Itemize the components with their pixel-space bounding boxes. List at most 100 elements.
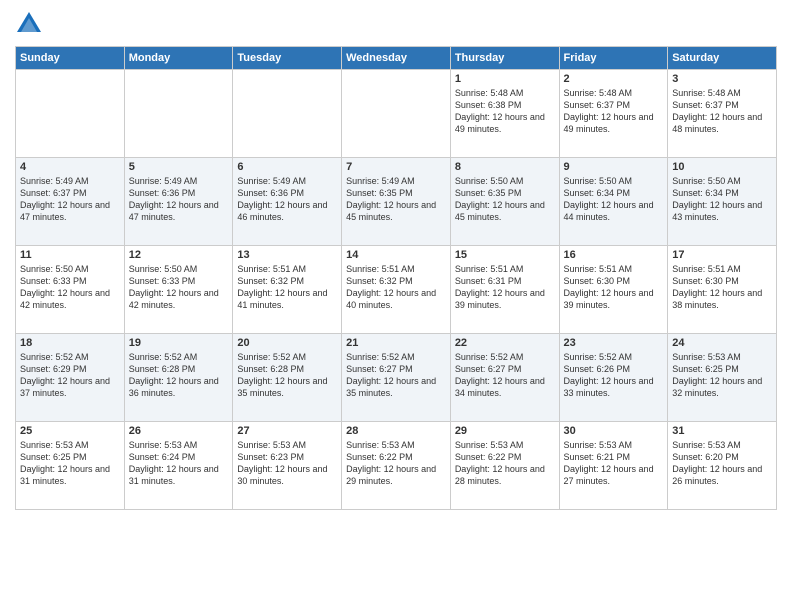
day-cell: 10 Sunrise: 5:50 AM Sunset: 6:34 PM Dayli… — [668, 158, 777, 246]
day-number: 17 — [672, 249, 772, 261]
week-row-4: 18Sunrise: 5:52 AM Sunset: 6:29 PM Dayli… — [16, 334, 777, 422]
day-number: 14 — [346, 249, 446, 261]
day-cell: 21 Sunrise: 5:52 AM Sunset: 6:27 PM Dayli… — [342, 334, 451, 422]
day-number: 8 — [455, 161, 555, 173]
day-cell: 24 Sunrise: 5:53 AM Sunset: 6:25 PM Dayli… — [668, 334, 777, 422]
day-detail: Sunrise: 5:50 AM Sunset: 6:34 PM Dayligh… — [564, 175, 664, 224]
day-detail: Sunrise: 5:50 AM Sunset: 6:35 PM Dayligh… — [455, 175, 555, 224]
day-number: 20 — [237, 337, 337, 349]
day-detail: Sunrise: 5:49 AM Sunset: 6:36 PM Dayligh… — [237, 175, 337, 224]
header — [15, 10, 777, 38]
day-number: 24 — [672, 337, 772, 349]
calendar-table: SundayMondayTuesdayWednesdayThursdayFrid… — [15, 46, 777, 510]
col-header-thursday: Thursday — [450, 47, 559, 70]
day-detail: Sunrise: 5:53 AM Sunset: 6:22 PM Dayligh… — [455, 439, 555, 488]
day-detail: Sunrise: 5:50 AM Sunset: 6:33 PM Dayligh… — [129, 263, 229, 312]
day-cell: 11Sunrise: 5:50 AM Sunset: 6:33 PM Dayli… — [16, 246, 125, 334]
week-row-3: 11Sunrise: 5:50 AM Sunset: 6:33 PM Dayli… — [16, 246, 777, 334]
day-detail: Sunrise: 5:51 AM Sunset: 6:31 PM Dayligh… — [455, 263, 555, 312]
day-detail: Sunrise: 5:52 AM Sunset: 6:27 PM Dayligh… — [455, 351, 555, 400]
day-number: 27 — [237, 425, 337, 437]
day-detail: Sunrise: 5:53 AM Sunset: 6:25 PM Dayligh… — [20, 439, 120, 488]
day-number: 21 — [346, 337, 446, 349]
day-number: 3 — [672, 73, 772, 85]
day-cell: 6 Sunrise: 5:49 AM Sunset: 6:36 PM Daylig… — [233, 158, 342, 246]
day-detail: Sunrise: 5:53 AM Sunset: 6:23 PM Dayligh… — [237, 439, 337, 488]
day-cell: 28 Sunrise: 5:53 AM Sunset: 6:22 PM Dayli… — [342, 422, 451, 510]
day-cell — [342, 70, 451, 158]
logo-icon — [15, 10, 43, 38]
day-number: 6 — [237, 161, 337, 173]
day-number: 15 — [455, 249, 555, 261]
day-detail: Sunrise: 5:53 AM Sunset: 6:21 PM Dayligh… — [564, 439, 664, 488]
col-header-monday: Monday — [124, 47, 233, 70]
day-cell: 3 Sunrise: 5:48 AM Sunset: 6:37 PM Daylig… — [668, 70, 777, 158]
day-detail: Sunrise: 5:52 AM Sunset: 6:26 PM Dayligh… — [564, 351, 664, 400]
day-detail: Sunrise: 5:53 AM Sunset: 6:20 PM Dayligh… — [672, 439, 772, 488]
day-detail: Sunrise: 5:53 AM Sunset: 6:22 PM Dayligh… — [346, 439, 446, 488]
day-cell — [124, 70, 233, 158]
header-row: SundayMondayTuesdayWednesdayThursdayFrid… — [16, 47, 777, 70]
day-detail: Sunrise: 5:51 AM Sunset: 6:32 PM Dayligh… — [346, 263, 446, 312]
day-number: 4 — [20, 161, 120, 173]
day-detail: Sunrise: 5:52 AM Sunset: 6:27 PM Dayligh… — [346, 351, 446, 400]
day-cell: 12 Sunrise: 5:50 AM Sunset: 6:33 PM Dayli… — [124, 246, 233, 334]
day-cell: 29Sunrise: 5:53 AM Sunset: 6:22 PM Dayli… — [450, 422, 559, 510]
day-cell: 15 Sunrise: 5:51 AM Sunset: 6:31 PM Dayli… — [450, 246, 559, 334]
col-header-sunday: Sunday — [16, 47, 125, 70]
col-header-saturday: Saturday — [668, 47, 777, 70]
day-cell: 18Sunrise: 5:52 AM Sunset: 6:29 PM Dayli… — [16, 334, 125, 422]
day-cell: 26 Sunrise: 5:53 AM Sunset: 6:24 PM Dayli… — [124, 422, 233, 510]
day-cell: 7Sunrise: 5:49 AM Sunset: 6:35 PM Daylig… — [342, 158, 451, 246]
day-number: 22 — [455, 337, 555, 349]
day-detail: Sunrise: 5:50 AM Sunset: 6:34 PM Dayligh… — [672, 175, 772, 224]
day-number: 10 — [672, 161, 772, 173]
day-detail: Sunrise: 5:52 AM Sunset: 6:28 PM Dayligh… — [129, 351, 229, 400]
day-number: 18 — [20, 337, 120, 349]
day-cell: 27 Sunrise: 5:53 AM Sunset: 6:23 PM Dayli… — [233, 422, 342, 510]
day-detail: Sunrise: 5:53 AM Sunset: 6:24 PM Dayligh… — [129, 439, 229, 488]
day-number: 7 — [346, 161, 446, 173]
week-row-1: 1 Sunrise: 5:48 AM Sunset: 6:38 PM Daylig… — [16, 70, 777, 158]
day-number: 23 — [564, 337, 664, 349]
page: SundayMondayTuesdayWednesdayThursdayFrid… — [0, 0, 792, 612]
day-detail: Sunrise: 5:49 AM Sunset: 6:36 PM Dayligh… — [129, 175, 229, 224]
day-number: 16 — [564, 249, 664, 261]
week-row-5: 25 Sunrise: 5:53 AM Sunset: 6:25 PM Dayli… — [16, 422, 777, 510]
day-detail: Sunrise: 5:50 AM Sunset: 6:33 PM Dayligh… — [20, 263, 120, 312]
day-cell: 30 Sunrise: 5:53 AM Sunset: 6:21 PM Dayli… — [559, 422, 668, 510]
day-number: 5 — [129, 161, 229, 173]
day-number: 1 — [455, 73, 555, 85]
logo — [15, 10, 47, 38]
day-number: 12 — [129, 249, 229, 261]
col-header-tuesday: Tuesday — [233, 47, 342, 70]
day-number: 13 — [237, 249, 337, 261]
day-number: 30 — [564, 425, 664, 437]
day-cell: 1 Sunrise: 5:48 AM Sunset: 6:38 PM Daylig… — [450, 70, 559, 158]
col-header-friday: Friday — [559, 47, 668, 70]
day-detail: Sunrise: 5:48 AM Sunset: 6:37 PM Dayligh… — [672, 87, 772, 136]
day-cell: 8 Sunrise: 5:50 AM Sunset: 6:35 PM Daylig… — [450, 158, 559, 246]
day-number: 2 — [564, 73, 664, 85]
day-cell: 16Sunrise: 5:51 AM Sunset: 6:30 PM Dayli… — [559, 246, 668, 334]
day-cell: 13 Sunrise: 5:51 AM Sunset: 6:32 PM Dayli… — [233, 246, 342, 334]
day-cell: 23 Sunrise: 5:52 AM Sunset: 6:26 PM Dayli… — [559, 334, 668, 422]
day-cell: 9Sunrise: 5:50 AM Sunset: 6:34 PM Daylig… — [559, 158, 668, 246]
week-row-2: 4 Sunrise: 5:49 AM Sunset: 6:37 PM Daylig… — [16, 158, 777, 246]
day-cell — [233, 70, 342, 158]
day-cell: 4 Sunrise: 5:49 AM Sunset: 6:37 PM Daylig… — [16, 158, 125, 246]
day-detail: Sunrise: 5:49 AM Sunset: 6:37 PM Dayligh… — [20, 175, 120, 224]
day-number: 31 — [672, 425, 772, 437]
day-cell: 31 Sunrise: 5:53 AM Sunset: 6:20 PM Dayli… — [668, 422, 777, 510]
day-number: 25 — [20, 425, 120, 437]
col-header-wednesday: Wednesday — [342, 47, 451, 70]
day-number: 26 — [129, 425, 229, 437]
day-detail: Sunrise: 5:51 AM Sunset: 6:30 PM Dayligh… — [672, 263, 772, 312]
day-detail: Sunrise: 5:51 AM Sunset: 6:32 PM Dayligh… — [237, 263, 337, 312]
day-detail: Sunrise: 5:48 AM Sunset: 6:38 PM Dayligh… — [455, 87, 555, 136]
day-number: 28 — [346, 425, 446, 437]
day-detail: Sunrise: 5:53 AM Sunset: 6:25 PM Dayligh… — [672, 351, 772, 400]
day-detail: Sunrise: 5:48 AM Sunset: 6:37 PM Dayligh… — [564, 87, 664, 136]
day-cell: 19Sunrise: 5:52 AM Sunset: 6:28 PM Dayli… — [124, 334, 233, 422]
day-cell: 14 Sunrise: 5:51 AM Sunset: 6:32 PM Dayli… — [342, 246, 451, 334]
